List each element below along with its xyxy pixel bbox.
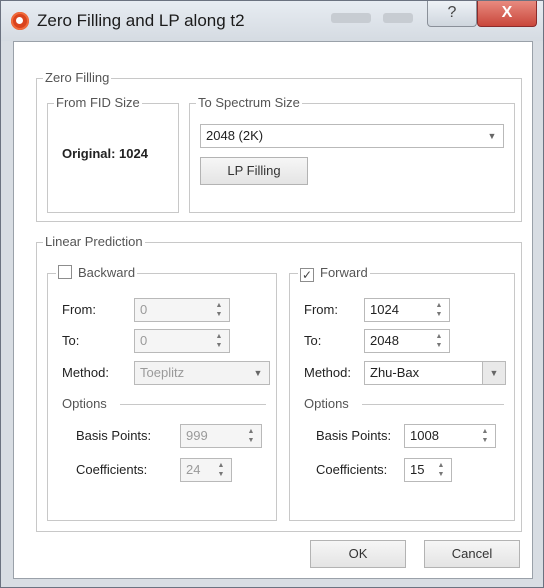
forward-from-value: 1024 <box>370 302 399 317</box>
close-icon: X <box>501 4 513 21</box>
options-divider <box>120 404 266 405</box>
spin-down-icon[interactable]: ▼ <box>216 342 223 349</box>
backward-checkbox[interactable] <box>58 265 72 279</box>
forward-coeff-label: Coefficients: <box>316 462 388 477</box>
title-bar[interactable]: Zero Filling and LP along t2 ? X <box>1 1 543 41</box>
forward-basis-spinbox[interactable]: 1008 ▲ ▼ <box>404 424 496 448</box>
forward-options-label: Options <box>304 396 349 411</box>
options-divider <box>362 404 504 405</box>
backward-basis-value: 999 <box>186 428 208 443</box>
spin-up-icon[interactable]: ▲ <box>436 302 443 309</box>
backward-method-label: Method: <box>62 365 109 380</box>
spin-up-icon[interactable]: ▲ <box>482 428 489 435</box>
chevron-down-icon: ▼ <box>482 362 505 384</box>
spin-down-icon[interactable]: ▼ <box>248 437 255 444</box>
blurred-titlebar-area <box>383 13 413 23</box>
chevron-down-icon: ▼ <box>487 131 497 141</box>
backward-to-label: To: <box>62 333 80 348</box>
backward-group: Backward From: 0 ▲ ▼ To: 0 ▲ ▼ Method: Toe… <box>47 265 277 521</box>
spin-arrows-icon[interactable]: ▲ ▼ <box>437 461 445 479</box>
forward-coeff-value: 15 <box>410 462 425 477</box>
window-title: Zero Filling and LP along t2 <box>37 11 245 30</box>
app-logo-icon <box>11 12 29 30</box>
spin-up-icon[interactable]: ▲ <box>216 302 223 309</box>
forward-to-value: 2048 <box>370 333 399 348</box>
chevron-down-icon: ▼ <box>253 368 263 378</box>
backward-coeff-value: 24 <box>186 462 201 477</box>
dialog-content: Zero Filling From FID Size Original: 102… <box>13 41 533 579</box>
help-button[interactable]: ? <box>427 1 477 27</box>
close-button[interactable]: X <box>477 1 537 27</box>
spin-arrows-icon[interactable]: ▲ ▼ <box>435 301 443 319</box>
forward-basis-value: 1008 <box>410 428 439 443</box>
linear-prediction-group: Linear Prediction Backward From: 0 ▲ ▼ To… <box>36 234 522 532</box>
backward-basis-spinbox[interactable]: 999 ▲ ▼ <box>180 424 262 448</box>
spin-down-icon[interactable]: ▼ <box>436 342 443 349</box>
forward-method-select[interactable]: Zhu-Bax ▼ <box>364 361 506 385</box>
spectrum-size-value: 2048 (2K) <box>206 128 264 143</box>
lp-filling-button[interactable]: LP Filling <box>200 157 308 185</box>
forward-to-spinbox[interactable]: 2048 ▲ ▼ <box>364 329 450 353</box>
forward-label: Forward <box>320 265 368 280</box>
to-spectrum-group: To Spectrum Size 2048 (2K) ▼ LP Filling <box>189 95 515 213</box>
backward-from-value: 0 <box>140 302 148 317</box>
to-spectrum-legend: To Spectrum Size <box>196 95 302 111</box>
forward-basis-label: Basis Points: <box>316 428 392 443</box>
backward-coeff-spinbox[interactable]: 24 ▲ ▼ <box>180 458 232 482</box>
spin-down-icon[interactable]: ▼ <box>436 311 443 318</box>
spin-arrows-icon[interactable]: ▲ ▼ <box>247 427 255 445</box>
linear-prediction-legend: Linear Prediction <box>43 234 145 250</box>
forward-coeff-spinbox[interactable]: 15 ▲ ▼ <box>404 458 452 482</box>
spin-arrows-icon[interactable]: ▲ ▼ <box>215 301 223 319</box>
backward-method-select[interactable]: Toeplitz ▼ <box>134 361 270 385</box>
backward-options-label: Options <box>62 396 107 411</box>
forward-method-value: Zhu-Bax <box>370 365 420 380</box>
backward-from-label: From: <box>62 302 96 317</box>
spin-up-icon[interactable]: ▲ <box>218 462 225 469</box>
forward-from-spinbox[interactable]: 1024 ▲ ▼ <box>364 298 450 322</box>
forward-checkbox[interactable]: ✓ <box>300 268 314 282</box>
blurred-titlebar-area <box>331 13 371 23</box>
from-fid-legend: From FID Size <box>54 95 142 111</box>
spin-arrows-icon[interactable]: ▲ ▼ <box>215 332 223 350</box>
backward-legend[interactable]: Backward <box>56 265 138 281</box>
from-fid-group: From FID Size Original: 1024 <box>47 95 179 213</box>
forward-to-label: To: <box>304 333 322 348</box>
original-size-value: Original: 1024 <box>62 146 148 161</box>
spin-down-icon[interactable]: ▼ <box>482 437 489 444</box>
spin-arrows-icon[interactable]: ▲ ▼ <box>217 461 225 479</box>
spin-up-icon[interactable]: ▲ <box>438 462 445 469</box>
backward-method-value: Toeplitz <box>140 365 185 380</box>
forward-from-label: From: <box>304 302 338 317</box>
forward-legend[interactable]: ✓ Forward <box>298 265 370 282</box>
spectrum-size-select[interactable]: 2048 (2K) ▼ <box>200 124 504 148</box>
spin-up-icon[interactable]: ▲ <box>216 333 223 340</box>
backward-label: Backward <box>78 265 136 280</box>
backward-to-value: 0 <box>140 333 148 348</box>
backward-basis-label: Basis Points: <box>76 428 152 443</box>
spin-up-icon[interactable]: ▲ <box>248 428 255 435</box>
forward-method-label: Method: <box>304 365 351 380</box>
spin-arrows-icon[interactable]: ▲ ▼ <box>435 332 443 350</box>
spin-down-icon[interactable]: ▼ <box>218 471 225 478</box>
ok-button[interactable]: OK <box>310 540 406 568</box>
zero-filling-legend: Zero Filling <box>43 70 112 86</box>
spin-up-icon[interactable]: ▲ <box>436 333 443 340</box>
backward-coeff-label: Coefficients: <box>76 462 148 477</box>
spin-down-icon[interactable]: ▼ <box>216 311 223 318</box>
spin-down-icon[interactable]: ▼ <box>438 471 445 478</box>
backward-to-spinbox[interactable]: 0 ▲ ▼ <box>134 329 230 353</box>
zero-filling-group: Zero Filling From FID Size Original: 102… <box>36 70 522 222</box>
help-icon: ? <box>447 4 457 21</box>
cancel-button[interactable]: Cancel <box>424 540 520 568</box>
backward-from-spinbox[interactable]: 0 ▲ ▼ <box>134 298 230 322</box>
spin-arrows-icon[interactable]: ▲ ▼ <box>481 427 489 445</box>
dialog-window: Zero Filling and LP along t2 ? X Zero Fi… <box>0 0 544 588</box>
forward-group: ✓ Forward From: 1024 ▲ ▼ To: 2048 ▲ ▼ Metho… <box>289 265 515 521</box>
